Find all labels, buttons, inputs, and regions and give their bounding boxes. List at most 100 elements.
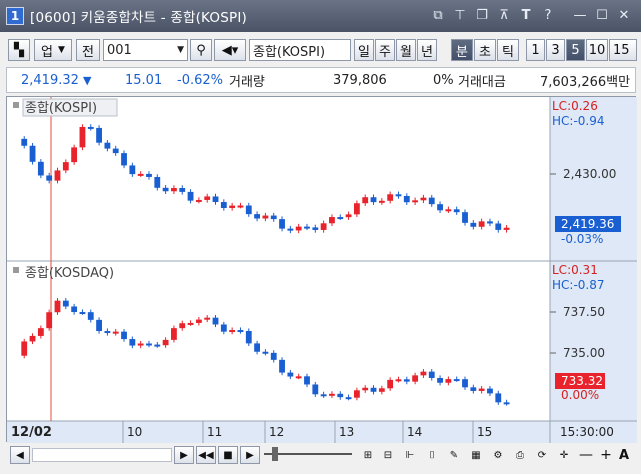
- kosdaq-candle-body: [237, 330, 244, 333]
- kospi-candle-body: [320, 223, 327, 230]
- x-tick-label: 15: [477, 425, 492, 439]
- kospi-candle-body: [129, 165, 136, 175]
- kospi-candle-body: [412, 200, 419, 203]
- help-icon[interactable]: ?: [539, 6, 557, 24]
- rewind-icon[interactable]: ◀◀: [196, 446, 216, 464]
- speaker-icon[interactable]: ◀▾: [214, 39, 246, 61]
- name-field[interactable]: 종합(KOSPI): [249, 39, 351, 61]
- volume-value: 379,806: [333, 72, 387, 88]
- kosdaq-candle-body: [71, 306, 78, 313]
- chart-area[interactable]: 종합(KOSPI) 종합(KOSDAQ) LC:0.26 HC:-0.94 2,…: [6, 96, 637, 443]
- all-button[interactable]: 전: [76, 39, 100, 61]
- layout-icon[interactable]: ▚: [8, 39, 30, 61]
- kospi-candle-body: [87, 126, 94, 129]
- volume-percent: 0%: [433, 72, 454, 88]
- kospi-candle-body: [220, 202, 227, 208]
- draw-icon[interactable]: ✎: [444, 446, 464, 464]
- kospi-candle-body: [212, 196, 219, 203]
- period-week[interactable]: 주: [375, 39, 395, 61]
- zoom-slider-handle[interactable]: [272, 447, 278, 461]
- scroll-left-icon[interactable]: ◀: [10, 446, 30, 464]
- period-year[interactable]: 년: [417, 39, 437, 61]
- kosdaq-candle-body: [270, 352, 277, 360]
- print-icon[interactable]: ⎙: [510, 446, 530, 464]
- refresh-icon[interactable]: ⟳: [532, 446, 552, 464]
- kospi-candle-body: [470, 222, 477, 227]
- last-price-kospi: 2,419.36: [561, 217, 614, 231]
- type-minute[interactable]: 분: [451, 39, 473, 61]
- pane-toggle-icon[interactable]: [13, 267, 19, 273]
- settings-icon[interactable]: ⚙: [488, 446, 508, 464]
- interval-10[interactable]: 10: [586, 39, 608, 61]
- kosdaq-candle-body: [445, 379, 452, 383]
- code-value: 001: [107, 42, 132, 58]
- kospi-candle-body: [62, 162, 69, 171]
- close-icon[interactable]: ✕: [615, 6, 633, 24]
- stop-icon[interactable]: ■: [218, 446, 238, 464]
- kosdaq-candle-body: [96, 319, 102, 332]
- last-price-kosdaq: 733.32: [561, 374, 603, 388]
- kosdaq-candle-body: [495, 393, 502, 403]
- interval-5[interactable]: 5: [566, 39, 585, 61]
- kospi-candle-body: [403, 195, 410, 203]
- interval-3[interactable]: 3: [546, 39, 565, 61]
- code-input[interactable]: 001 ▼: [103, 39, 188, 61]
- minimize-icon[interactable]: —: [571, 6, 589, 24]
- indicator-icon[interactable]: ⌷: [422, 446, 442, 464]
- save-icon[interactable]: ▦: [466, 446, 486, 464]
- crosshair-icon[interactable]: ⊞: [358, 446, 378, 464]
- kospi-candle-body: [29, 145, 36, 162]
- interval-15[interactable]: 15: [609, 39, 637, 61]
- y-tick-kosdaq-1: 737.50: [563, 305, 605, 319]
- type-second[interactable]: 초: [474, 39, 496, 61]
- text-icon[interactable]: T: [517, 6, 535, 24]
- pane-toggle-icon[interactable]: [13, 102, 19, 108]
- zoom-in-icon[interactable]: +: [596, 446, 616, 464]
- tile-icon[interactable]: ⊼: [495, 6, 513, 24]
- restore-icon[interactable]: ⧉: [429, 6, 447, 24]
- kosdaq-candle-body: [478, 388, 485, 391]
- font-size-icon[interactable]: A: [614, 446, 634, 464]
- y-tick-kosdaq-2: 735.00: [563, 346, 605, 360]
- scroll-track[interactable]: [32, 448, 172, 462]
- kospi-candle-body: [204, 196, 211, 200]
- kosdaq-candle-body: [162, 339, 169, 346]
- kosdaq-candle-body: [46, 312, 53, 329]
- copy-icon[interactable]: ❐: [473, 6, 491, 24]
- kosdaq-candle-body: [487, 388, 493, 394]
- kosdaq-candle-body: [104, 331, 111, 334]
- lc-kosdaq: LC:0.31: [552, 263, 598, 277]
- interval-1[interactable]: 1: [526, 39, 545, 61]
- maximize-icon[interactable]: ☐: [593, 6, 611, 24]
- forward-icon[interactable]: ▶: [240, 446, 260, 464]
- kosdaq-candle-body: [195, 319, 202, 323]
- kospi-candle-body: [337, 217, 344, 220]
- cross-icon[interactable]: ✛: [554, 446, 574, 464]
- period-day[interactable]: 일: [354, 39, 374, 61]
- chevron-down-icon[interactable]: ▼: [177, 45, 184, 55]
- type-tick[interactable]: 틱: [497, 39, 519, 61]
- candles-group: [21, 124, 510, 406]
- title-bar: 1 [0600] 키움종합차트 - 종합(KOSPI) ⧉ ⊤ ❐ ⊼ T ? …: [0, 0, 641, 32]
- lc-kospi: LC:0.26: [552, 99, 598, 113]
- kosdaq-candle-body: [428, 371, 435, 378]
- market-label: 업: [41, 44, 54, 60]
- candlestick-chart[interactable]: 종합(KOSPI) 종합(KOSDAQ) LC:0.26 HC:-0.94 2,…: [7, 97, 637, 443]
- kospi-candle-body: [279, 219, 285, 229]
- kosdaq-candle-body: [412, 375, 419, 382]
- kosdaq-candle-body: [137, 343, 144, 346]
- window-number-badge[interactable]: 1: [6, 7, 24, 25]
- kosdaq-candle-body: [154, 344, 161, 347]
- zoom-out-icon[interactable]: —: [576, 446, 596, 464]
- kosdaq-candle-body: [29, 335, 36, 342]
- kospi-candle-body: [71, 147, 78, 163]
- market-select[interactable]: 업 ▼: [34, 39, 72, 61]
- period-month[interactable]: 월: [396, 39, 416, 61]
- y-tick-kospi: 2,430.00: [563, 167, 616, 181]
- grid-icon[interactable]: ⊟: [378, 446, 398, 464]
- compare-icon[interactable]: ⊩: [400, 446, 420, 464]
- pin-icon[interactable]: ⊤: [451, 6, 469, 24]
- kosdaq-candle-body: [146, 343, 152, 346]
- play-icon[interactable]: ▶: [174, 446, 194, 464]
- search-icon[interactable]: ⚲: [190, 39, 212, 61]
